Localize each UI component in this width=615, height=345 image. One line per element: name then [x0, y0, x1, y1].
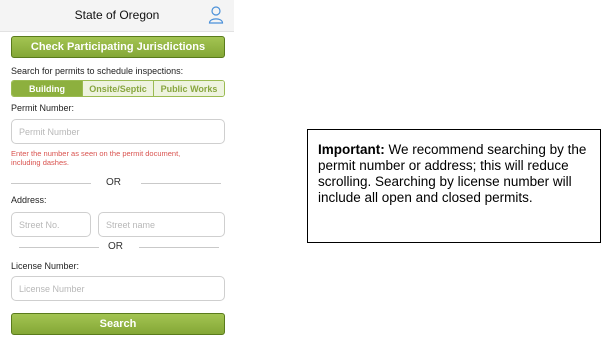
check-jurisdictions-button[interactable]: Check Participating Jurisdictions [11, 36, 225, 58]
street-number-input[interactable] [11, 212, 91, 237]
search-for-label: Search for permits to schedule inspectio… [11, 66, 184, 76]
permit-type-tabs: Building Onsite/Septic Public Works [11, 80, 225, 97]
permit-number-hint: Enter the number as seen on the permit d… [11, 149, 181, 167]
street-name-input[interactable] [98, 212, 225, 237]
or-divider: OR [11, 177, 225, 189]
mobile-app-screen: State of Oregon Check Participating Juri… [0, 0, 234, 345]
tab-public-works[interactable]: Public Works [153, 81, 224, 96]
divider-line [139, 247, 219, 248]
tab-onsite-septic[interactable]: Onsite/Septic [82, 81, 153, 96]
or-divider: OR [11, 241, 225, 253]
user-icon[interactable] [208, 6, 224, 24]
or-text: OR [108, 241, 123, 252]
divider-line [19, 247, 99, 248]
license-number-label: License Number: [11, 261, 80, 271]
address-label: Address: [11, 195, 47, 205]
divider-line [11, 183, 91, 184]
license-number-input[interactable] [11, 276, 225, 301]
important-note-box: Important: We recommend searching by the… [307, 129, 601, 243]
tab-building[interactable]: Building [12, 81, 82, 96]
permit-number-label: Permit Number: [11, 103, 75, 113]
divider-line [141, 183, 221, 184]
app-header: State of Oregon [0, 0, 234, 32]
page-title: State of Oregon [74, 8, 160, 22]
or-text: OR [106, 177, 121, 188]
note-heading: Important: [318, 142, 385, 157]
search-button[interactable]: Search [11, 313, 225, 335]
permit-number-input[interactable] [11, 119, 225, 144]
